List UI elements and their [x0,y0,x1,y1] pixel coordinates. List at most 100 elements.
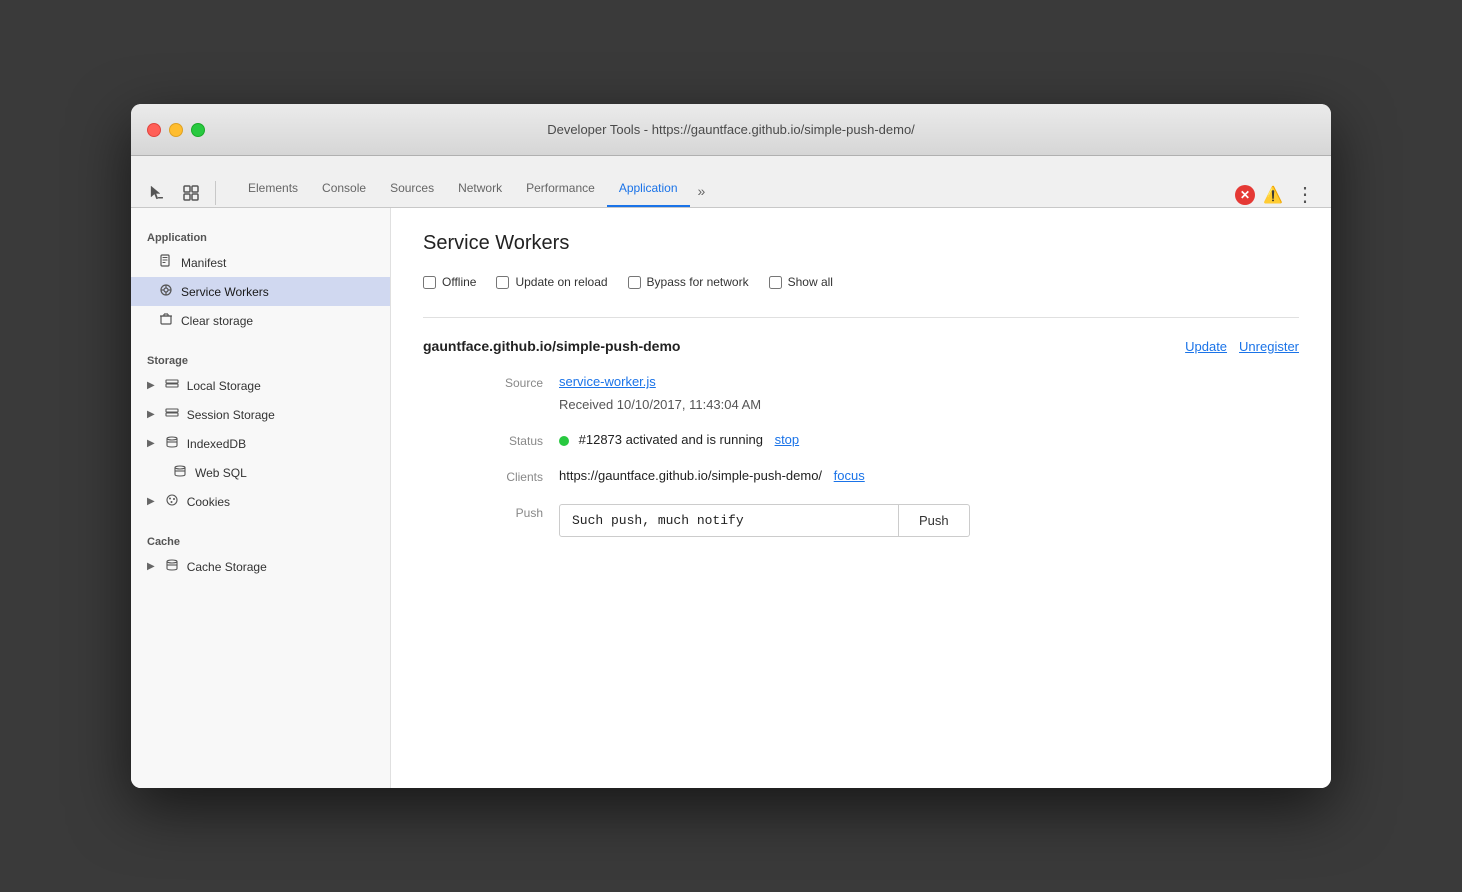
sidebar: Application Manifest [131,208,391,788]
cookies-label: Cookies [187,495,230,509]
sidebar-section-storage: Storage [131,347,390,371]
update-on-reload-checkbox-label[interactable]: Update on reload [496,275,607,289]
source-link-container: service-worker.js [559,374,1299,389]
tab-network[interactable]: Network [446,172,514,207]
error-icon: ✕ [1240,188,1250,202]
offline-checkbox-label[interactable]: Offline [423,275,476,289]
show-all-checkbox-label[interactable]: Show all [769,275,833,289]
clients-value: https://gauntface.github.io/simple-push-… [559,468,1299,484]
manifest-label: Manifest [181,256,226,270]
cursor-icon[interactable] [143,179,171,207]
session-storage-icon [165,406,179,423]
sidebar-section-cache: Cache [131,528,390,552]
warning-icon: ⚠️ [1263,185,1283,205]
warning-badge[interactable]: ⚠️ [1263,185,1283,205]
bypass-for-network-checkbox[interactable] [628,276,641,289]
offline-checkbox[interactable] [423,276,436,289]
maximize-button[interactable] [191,123,205,137]
status-value: #12873 activated and is running stop [559,432,1299,448]
web-sql-label: Web SQL [195,466,247,480]
bypass-for-network-checkbox-label[interactable]: Bypass for network [628,275,749,289]
indexeddb-label: IndexedDB [187,437,246,451]
tabs-container: Elements Console Sources Network Perform… [236,172,1235,207]
push-input[interactable] [559,504,899,537]
tab-overflow-button[interactable]: » [690,175,714,207]
service-workers-icon [159,283,173,300]
cache-section: Cache ▶ Cache Storage [131,528,390,581]
sidebar-item-manifest[interactable]: Manifest [131,248,390,277]
sidebar-item-session-storage[interactable]: ▶ Session Storage [131,400,390,429]
inspect-icon[interactable] [177,179,205,207]
received-text: Received 10/10/2017, 11:43:04 AM [559,397,1299,412]
status-dot [559,436,569,446]
stop-link[interactable]: stop [775,432,800,447]
sidebar-section-application: Application [131,224,390,248]
tab-performance[interactable]: Performance [514,172,607,207]
indexeddb-icon [165,435,179,452]
web-sql-icon [173,464,187,481]
unregister-link[interactable]: Unregister [1239,339,1299,354]
sw-info-grid: Source service-worker.js Received 10/10/… [463,374,1299,537]
sidebar-item-web-sql[interactable]: Web SQL [131,458,390,487]
cookies-arrow: ▶ [147,496,155,507]
cache-storage-arrow: ▶ [147,561,155,572]
update-link[interactable]: Update [1185,339,1227,354]
sidebar-item-clear-storage[interactable]: Clear storage [131,306,390,335]
update-on-reload-label: Update on reload [515,275,607,289]
close-button[interactable] [147,123,161,137]
cache-storage-label: Cache Storage [187,560,267,574]
sidebar-item-indexeddb[interactable]: ▶ IndexedDB [131,429,390,458]
sw-actions: Update Unregister [1185,339,1299,354]
session-storage-arrow: ▶ [147,409,155,420]
cookies-icon [165,493,179,510]
tab-bar-divider [215,181,216,205]
checkboxes-row: Offline Update on reload Bypass for netw… [423,275,1299,289]
sw-domain-row: gauntface.github.io/simple-push-demo Upd… [423,338,1299,354]
content-panel: Service Workers Offline Update on reload… [391,208,1331,788]
status-label: Status [463,432,543,448]
clear-storage-label: Clear storage [181,314,253,328]
local-storage-arrow: ▶ [147,380,155,391]
status-text: #12873 activated and is running [579,432,763,447]
window-title: Developer Tools - https://gauntface.gith… [547,122,915,137]
tab-application[interactable]: Application [607,172,690,207]
sidebar-item-cookies[interactable]: ▶ Cookies [131,487,390,516]
tab-sources[interactable]: Sources [378,172,446,207]
show-all-label: Show all [788,275,833,289]
sidebar-item-cache-storage[interactable]: ▶ Cache Storage [131,552,390,581]
update-on-reload-checkbox[interactable] [496,276,509,289]
error-badge[interactable]: ✕ [1235,185,1255,205]
push-row: Push [559,504,1299,537]
storage-section: Storage ▶ Local Storage ▶ [131,347,390,516]
tab-bar-right-icons: ✕ ⚠️ ⋮ [1235,182,1319,207]
tab-console[interactable]: Console [310,172,378,207]
manifest-icon [159,254,173,271]
local-storage-label: Local Storage [187,379,261,393]
source-label: Source [463,374,543,412]
push-button[interactable]: Push [899,504,970,537]
sidebar-item-service-workers[interactable]: Service Workers [131,277,390,306]
service-workers-label: Service Workers [181,285,269,299]
focus-link[interactable]: focus [834,468,865,483]
clear-storage-icon [159,312,173,329]
tab-elements[interactable]: Elements [236,172,310,207]
show-all-checkbox[interactable] [769,276,782,289]
source-link[interactable]: service-worker.js [559,374,656,389]
local-storage-icon [165,377,179,394]
title-bar: Developer Tools - https://gauntface.gith… [131,104,1331,156]
devtools-window: Developer Tools - https://gauntface.gith… [131,104,1331,788]
cache-storage-icon [165,558,179,575]
offline-label: Offline [442,275,476,289]
panel-title: Service Workers [423,232,1299,255]
minimize-button[interactable] [169,123,183,137]
tab-bar-left-icons [143,179,220,207]
sidebar-item-local-storage[interactable]: ▶ Local Storage [131,371,390,400]
tab-bar: Elements Console Sources Network Perform… [131,156,1331,208]
indexeddb-arrow: ▶ [147,438,155,449]
push-label: Push [463,504,543,537]
bypass-for-network-label: Bypass for network [647,275,749,289]
source-col: service-worker.js Received 10/10/2017, 1… [559,374,1299,412]
clients-url: https://gauntface.github.io/simple-push-… [559,468,822,483]
sw-domain: gauntface.github.io/simple-push-demo [423,338,680,354]
more-options-button[interactable]: ⋮ [1291,182,1319,207]
